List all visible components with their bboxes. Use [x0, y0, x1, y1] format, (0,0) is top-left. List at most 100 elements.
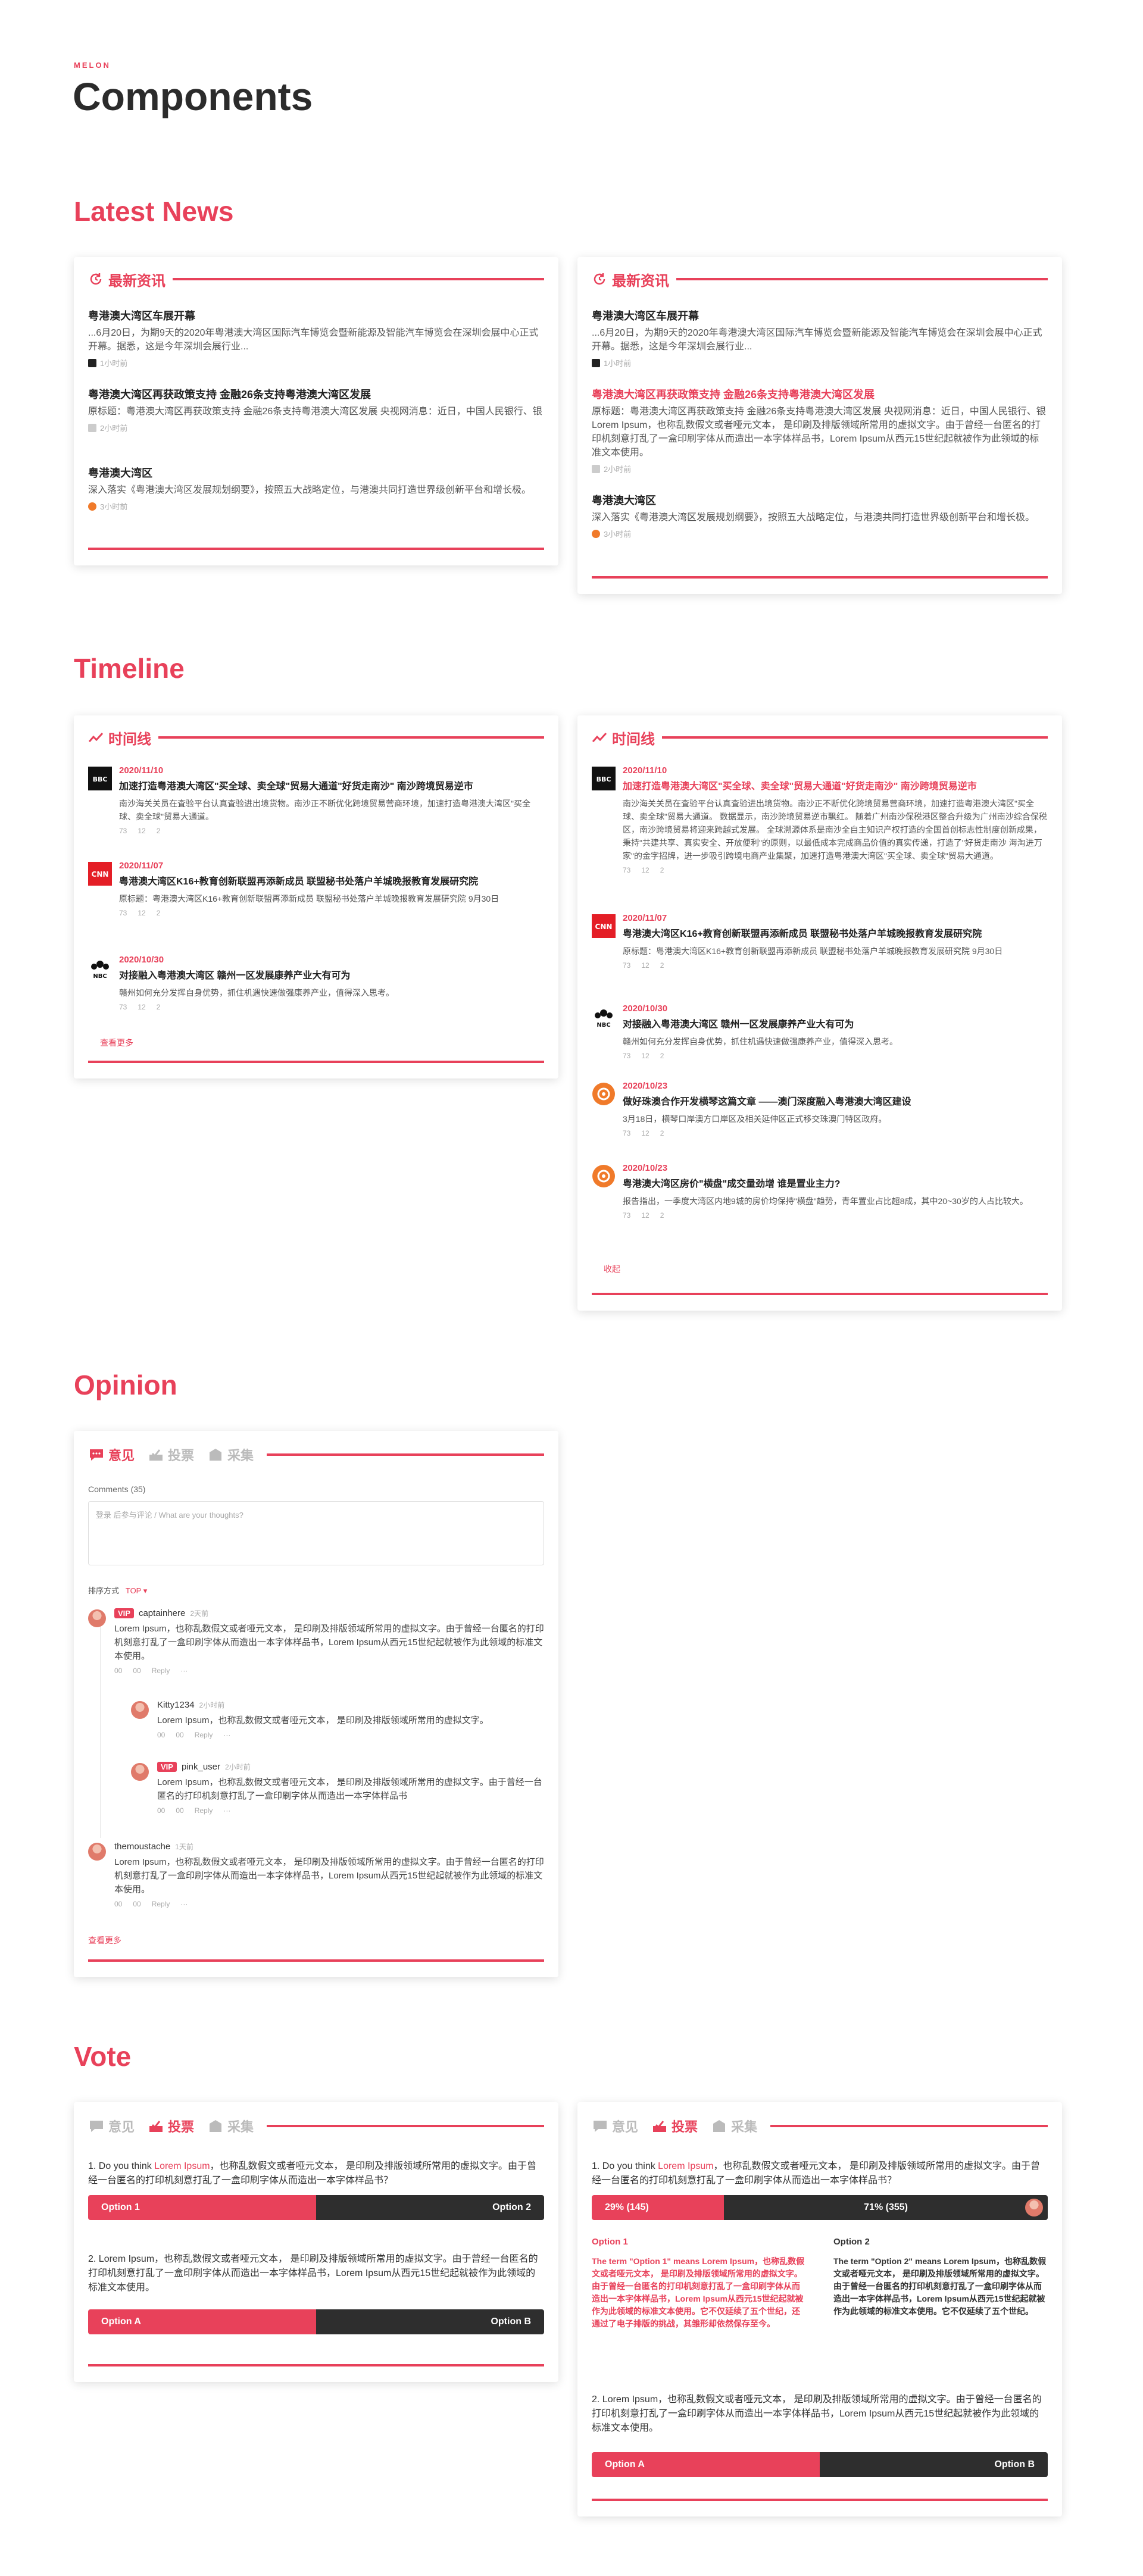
comment-count[interactable]: 12	[641, 1052, 649, 1060]
timeline-item[interactable]: NBC 2020/10/30 对接融入粤港澳大湾区 赣州一区发展康养产业大有可为…	[88, 955, 544, 1011]
timeline-item[interactable]: 2020/10/23 做好珠澳合作开发横琴这篇文章 ——澳门深度融入粤港澳大湾区…	[592, 1081, 1048, 1137]
news-item-title[interactable]: 粤港澳大湾区	[88, 465, 544, 481]
tab-collect[interactable]: 采集	[711, 2117, 757, 2136]
like-count[interactable]: 73	[623, 866, 630, 874]
timeline-item[interactable]: 2020/10/23 粤港澳大湾区房价"横盘"成交量劲增 谁是置业主力? 报告指…	[592, 1163, 1048, 1220]
tab-opinion[interactable]: 意见	[88, 2117, 135, 2136]
tab-collect[interactable]: 采集	[207, 2117, 254, 2136]
reply-button[interactable]: Reply	[195, 1731, 213, 1739]
comment-count[interactable]: 12	[641, 1129, 649, 1137]
sort-value[interactable]: TOP	[126, 1586, 141, 1595]
timeline-title[interactable]: 粤港澳大湾区K16+教育创新联盟再添新成员 联盟秘书处落户羊城晚报教育发展研究院	[623, 928, 1048, 941]
share-count[interactable]: 2	[660, 961, 664, 970]
more-icon[interactable]: ···	[180, 1667, 188, 1675]
dislike-button[interactable]: 00	[176, 1806, 183, 1815]
tab-opinion[interactable]: 意见	[592, 2117, 638, 2136]
avatar[interactable]	[88, 1843, 106, 1861]
tab-vote[interactable]: 投票	[148, 1445, 194, 1464]
like-count[interactable]: 73	[623, 1211, 630, 1220]
timeline-item[interactable]: CNN 2020/11/07 粤港澳大湾区K16+教育创新联盟再添新成员 联盟秘…	[88, 861, 544, 917]
tab-vote[interactable]: 投票	[651, 2117, 698, 2136]
timeline-collapse-link[interactable]: 收起	[604, 1263, 620, 1275]
tab-opinion[interactable]: 意见	[88, 1445, 135, 1464]
timeline-item[interactable]: CNN 2020/11/07 粤港澳大湾区K16+教育创新联盟再添新成员 联盟秘…	[592, 913, 1048, 970]
timeline-more-link[interactable]: 查看更多	[100, 1037, 133, 1049]
tab-collect[interactable]: 采集	[207, 1445, 254, 1464]
share-count[interactable]: 2	[660, 1052, 664, 1060]
like-count[interactable]: 73	[119, 909, 127, 917]
more-icon[interactable]: ···	[223, 1806, 230, 1815]
share-count[interactable]: 2	[157, 909, 161, 917]
news-item[interactable]: 粤港澳大湾区车展开幕 ...6月20日，为期9天的2020年粤港澳大湾区国际汽车…	[88, 308, 544, 368]
share-count[interactable]: 2	[157, 1003, 161, 1011]
like-count[interactable]: 73	[623, 1129, 630, 1137]
vote-option-b-button[interactable]: Option B	[820, 2452, 1048, 2477]
share-count[interactable]: 2	[660, 1211, 664, 1220]
news-item-title[interactable]: 粤港澳大湾区再获政策支持 金融26条支持粤港澳大湾区发展	[88, 387, 544, 402]
comment-input[interactable]: 登录 后参与评论 / What are your thoughts?	[88, 1501, 544, 1565]
comments-more-link[interactable]: 查看更多	[88, 1934, 121, 1946]
comment-count[interactable]: 12	[641, 866, 649, 874]
timeline-title[interactable]: 对接融入粤港澳大湾区 赣州一区发展康养产业大有可为	[623, 1018, 1048, 1031]
vote-option-1-button[interactable]: Option 1	[88, 2195, 316, 2220]
news-item-title[interactable]: 粤港澳大湾区	[592, 493, 1048, 508]
comment-user[interactable]: captainhere	[139, 1608, 185, 1618]
timeline-date: 2020/11/07	[119, 861, 164, 871]
news-item[interactable]: 粤港澳大湾区 深入落实《粤港澳大湾区发展规划纲要》，按照五大战略定位，与港澳共同…	[88, 465, 544, 512]
like-count[interactable]: 73	[119, 1003, 127, 1011]
news-item[interactable]: 粤港澳大湾区车展开幕 ...6月20日，为期9天的2020年粤港澳大湾区国际汽车…	[592, 308, 1048, 368]
timeline-item[interactable]: BBC 2020/11/10 加速打造粤港澳大湾区"买全球、卖全球"贸易大通道"…	[88, 765, 544, 835]
dislike-button[interactable]: 00	[133, 1900, 140, 1908]
share-count[interactable]: 2	[660, 866, 664, 874]
comment-user[interactable]: pink_user	[182, 1762, 220, 1772]
news-item-title[interactable]: 粤港澳大湾区车展开幕	[592, 308, 1048, 324]
dislike-button[interactable]: 00	[133, 1667, 140, 1675]
timeline-item[interactable]: NBC 2020/10/30 对接融入粤港澳大湾区 赣州一区发展康养产业大有可为…	[592, 1003, 1048, 1060]
timeline-title[interactable]: 加速打造粤港澳大湾区"买全球、卖全球"贸易大通道"好货走南沙" 南沙跨境贸易逆市	[623, 780, 1048, 793]
tab-vote[interactable]: 投票	[148, 2117, 194, 2136]
like-count[interactable]: 73	[623, 1052, 630, 1060]
comment-count[interactable]: 12	[138, 909, 145, 917]
comment-count[interactable]: 12	[138, 827, 145, 835]
vote-option-2-button[interactable]: Option 2	[316, 2195, 544, 2220]
share-count[interactable]: 2	[157, 827, 161, 835]
like-button[interactable]: 00	[157, 1806, 165, 1815]
more-icon[interactable]: ···	[223, 1731, 230, 1739]
timeline-title[interactable]: 做好珠澳合作开发横琴这篇文章 ——澳门深度融入粤港澳大湾区建设	[623, 1096, 1048, 1109]
avatar[interactable]	[131, 1701, 149, 1719]
dislike-button[interactable]: 00	[176, 1731, 183, 1739]
news-item[interactable]: 粤港澳大湾区再获政策支持 金融26条支持粤港澳大湾区发展 原标题：粤港澳大湾区再…	[88, 387, 544, 433]
timeline-title[interactable]: 粤港澳大湾区K16+教育创新联盟再添新成员 联盟秘书处落户羊城晚报教育发展研究院	[119, 876, 544, 889]
comment-user[interactable]: themoustache	[114, 1842, 170, 1852]
news-item[interactable]: 粤港澳大湾区 深入落实《粤港澳大湾区发展规划纲要》，按照五大战略定位，与港澳共同…	[592, 493, 1048, 539]
timeline-header-title: 时间线	[612, 731, 655, 748]
like-button[interactable]: 00	[157, 1731, 165, 1739]
like-count[interactable]: 73	[623, 961, 630, 970]
comment-count[interactable]: 12	[138, 1003, 145, 1011]
news-item-title[interactable]: 粤港澳大湾区车展开幕	[88, 308, 544, 324]
news-item-hovered[interactable]: 粤港澳大湾区再获政策支持 金融26条支持粤港澳大湾区发展 原标题：粤港澳大湾区再…	[592, 387, 1048, 474]
share-count[interactable]: 2	[660, 1129, 664, 1137]
like-count[interactable]: 73	[119, 827, 127, 835]
timeline-title[interactable]: 加速打造粤港澳大湾区"买全球、卖全球"贸易大通道"好货走南沙" 南沙跨境贸易逆市	[119, 780, 544, 793]
timeline-title[interactable]: 对接融入粤港澳大湾区 赣州一区发展康养产业大有可为	[119, 970, 544, 983]
like-button[interactable]: 00	[114, 1900, 122, 1908]
comment-count[interactable]: 12	[641, 961, 649, 970]
news-item-title[interactable]: 粤港澳大湾区再获政策支持 金融26条支持粤港澳大湾区发展	[592, 387, 1048, 402]
reply-button[interactable]: Reply	[152, 1900, 170, 1908]
reply-button[interactable]: Reply	[195, 1806, 213, 1815]
comment-user[interactable]: Kitty1234	[157, 1700, 195, 1710]
sort-control[interactable]: 排序方式 TOP ▾	[88, 1584, 147, 1596]
news-header: 最新资讯	[592, 269, 1048, 289]
reply-button[interactable]: Reply	[152, 1667, 170, 1675]
timeline-item-expanded[interactable]: BBC 2020/11/10 加速打造粤港澳大湾区"买全球、卖全球"贸易大通道"…	[592, 765, 1048, 874]
vote-option-a-button[interactable]: Option A	[592, 2452, 820, 2477]
like-button[interactable]: 00	[114, 1667, 122, 1675]
vote-option-b-button[interactable]: Option B	[316, 2309, 544, 2334]
timeline-title[interactable]: 粤港澳大湾区房价"横盘"成交量劲增 谁是置业主力?	[623, 1178, 1048, 1191]
vote-option-a-button[interactable]: Option A	[88, 2309, 316, 2334]
avatar[interactable]	[131, 1763, 149, 1781]
more-icon[interactable]: ···	[180, 1900, 188, 1908]
comment-count[interactable]: 12	[641, 1211, 649, 1220]
avatar[interactable]	[88, 1609, 106, 1627]
